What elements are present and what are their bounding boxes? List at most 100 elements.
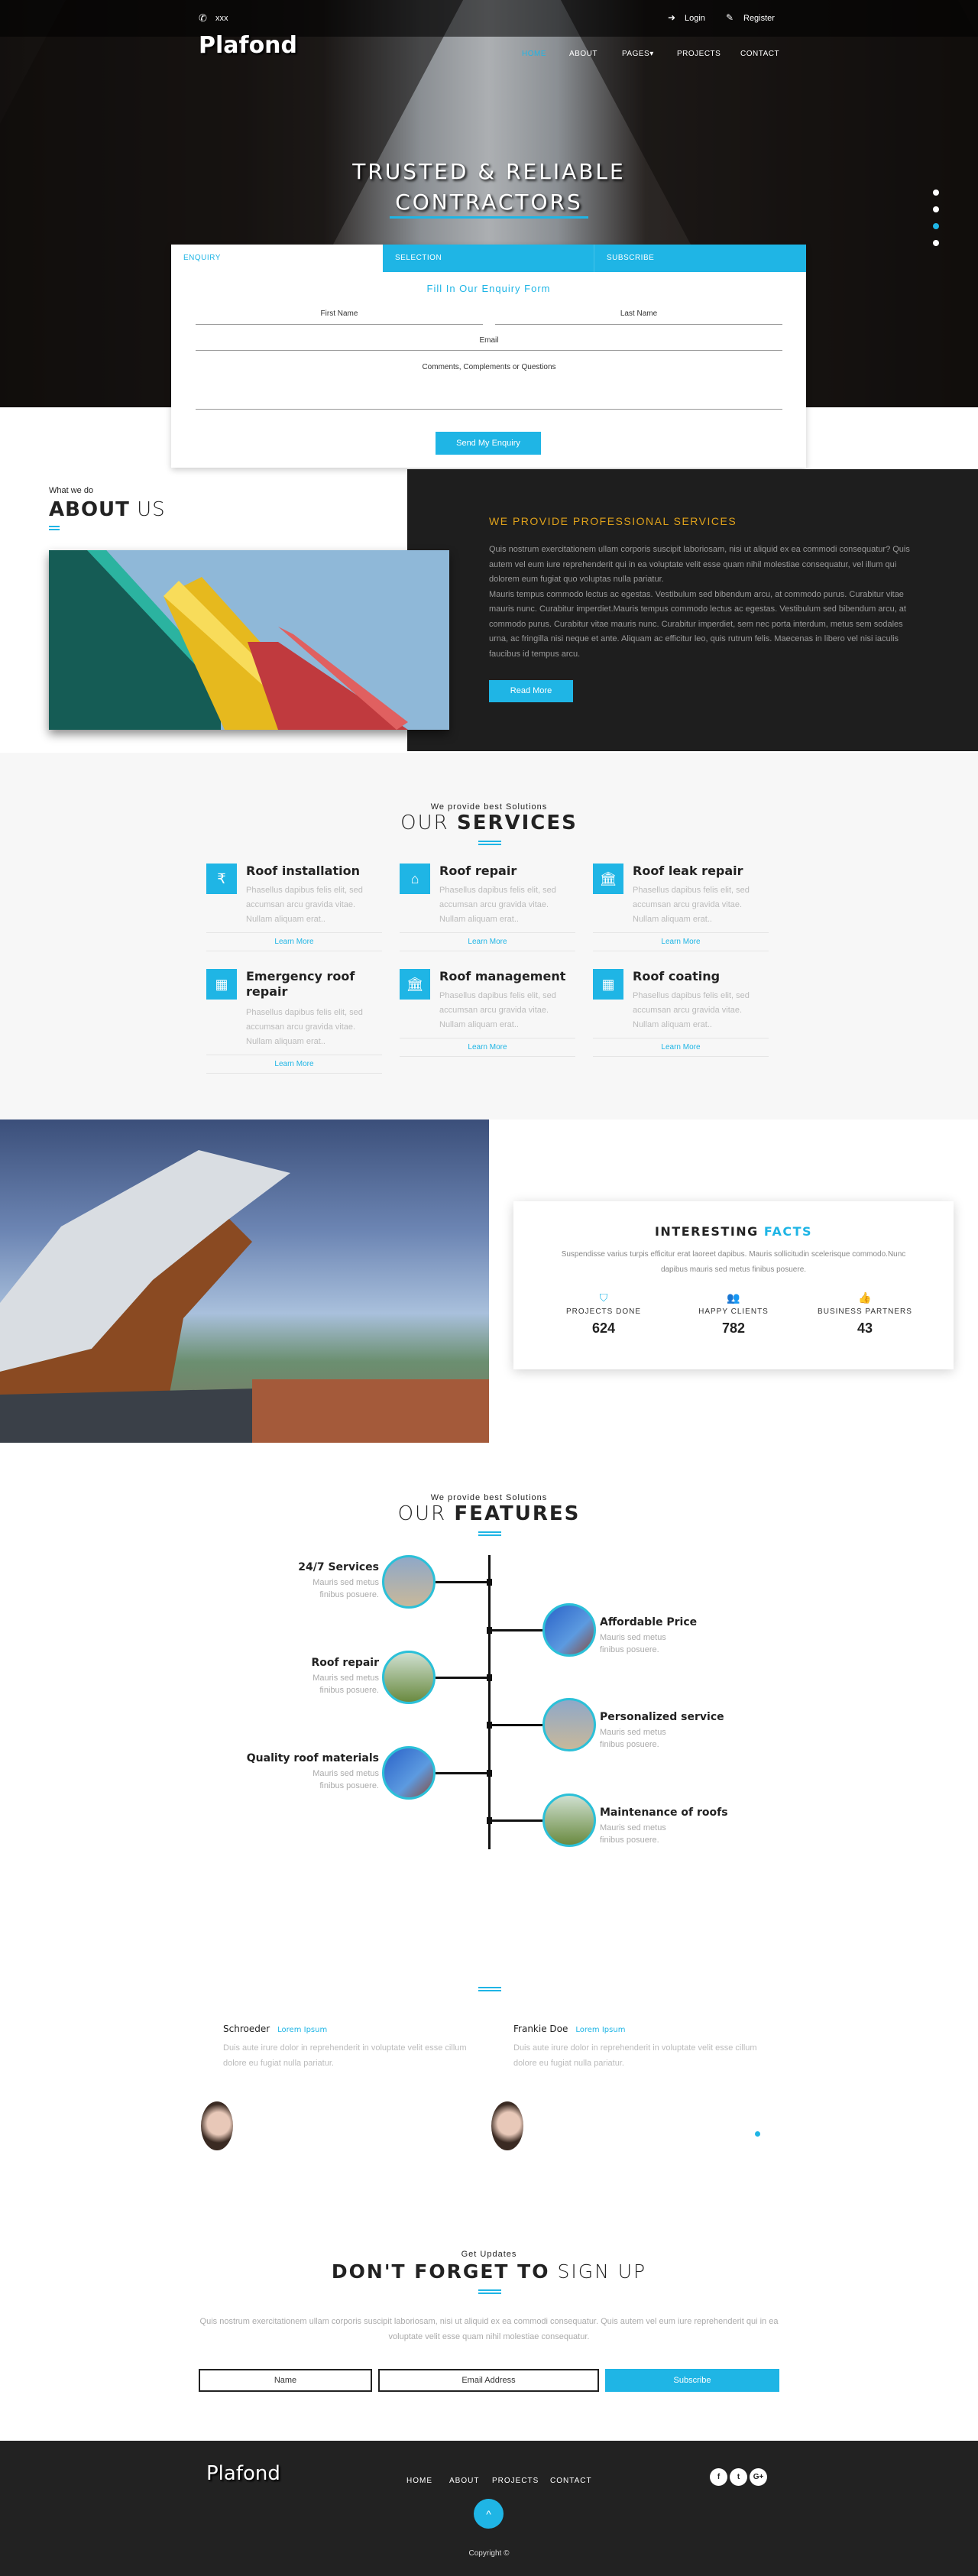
email-input[interactable]: [196, 350, 782, 351]
section-decor: [478, 841, 501, 845]
facebook-icon[interactable]: f: [710, 2468, 727, 2486]
send-enquiry-button[interactable]: Send My Enquiry: [436, 432, 541, 455]
email-input[interactable]: Email Address: [378, 2369, 599, 2392]
tab-selection[interactable]: SELECTION: [383, 245, 594, 272]
service-title: Emergency roof repair: [246, 969, 355, 999]
scroll-top-button[interactable]: ^: [474, 2499, 504, 2529]
subscribe-button[interactable]: Subscribe: [605, 2369, 779, 2392]
nav-pages[interactable]: PAGES▾: [622, 50, 654, 58]
facts-desc: Suspendisse varius turpis efficitur erat…: [561, 1250, 906, 1274]
slider-dot-active[interactable]: [933, 223, 939, 229]
slider-dot[interactable]: [933, 240, 939, 246]
tab-enquiry[interactable]: ENQUIRY: [171, 245, 383, 272]
learn-more-link[interactable]: Learn More: [593, 1038, 769, 1057]
logo[interactable]: Plafond: [199, 32, 297, 59]
services-kicker: We provide best Solutions: [430, 802, 548, 812]
comments-label: Comments, Complements or Questions: [422, 363, 556, 371]
phone-icon: ✆: [199, 12, 207, 24]
hero-title-line1: TRUSTED & RELIABLE: [352, 159, 626, 184]
service-title: Roof coating: [633, 969, 721, 983]
last-name-input[interactable]: [495, 324, 782, 325]
twitter-icon[interactable]: t: [730, 2468, 747, 2486]
name-input[interactable]: Name: [199, 2369, 372, 2392]
tab-subscribe[interactable]: SUBSCRIBE: [594, 245, 806, 272]
hero-underline: [390, 216, 588, 219]
home-icon: ⌂: [400, 864, 430, 894]
login-link[interactable]: Login: [685, 14, 705, 23]
nav-contact[interactable]: CONTACT: [740, 50, 779, 58]
section-decor: [49, 526, 60, 530]
users-icon: 👥: [727, 1291, 740, 1304]
service-title: Roof installation: [246, 864, 360, 878]
bank-icon: 🏛: [400, 969, 430, 1000]
connector-node: [487, 1770, 492, 1777]
google-plus-icon[interactable]: G+: [750, 2468, 767, 2486]
feature-image: [382, 1651, 436, 1704]
carousel-dot[interactable]: [755, 2131, 760, 2137]
testimonial-name: Schroeder Lorem Ipsum: [223, 2024, 327, 2034]
stat-partners: 👍 BUSINESS PARTNERS 43: [796, 1291, 934, 1337]
feature-title: Maintenance of roofs: [600, 1806, 728, 1819]
bank-icon: 🏛: [593, 864, 623, 894]
feature-desc: Mauris sed metus finibus posuere.: [600, 1823, 666, 1845]
stat-clients: 👥 HAPPY CLIENTS 782: [665, 1291, 802, 1337]
feature-title: Affordable Price: [600, 1616, 698, 1628]
first-name-input[interactable]: [196, 324, 483, 325]
footer-logo[interactable]: Plafond: [206, 2462, 280, 2485]
nav-projects[interactable]: PROJECTS: [677, 50, 721, 58]
facts-title: INTERESTING FACTS: [654, 1224, 813, 1239]
top-bar: ✆ xxx ➜ Login ✎ Register: [0, 0, 978, 37]
hero-title-line2: CONTRACTORS: [395, 190, 583, 215]
feature-image: [382, 1555, 436, 1609]
signup-desc: Quis nostrum exercitationem ullam corpor…: [199, 2317, 779, 2341]
feature-desc: Mauris sed metus finibus posuere.: [313, 1674, 379, 1695]
service-desc: Phasellus dapibus felis elit, sed accums…: [439, 991, 556, 1029]
connector-line: [489, 1819, 542, 1822]
slider-dot[interactable]: [933, 190, 939, 196]
section-decor: [478, 2289, 501, 2294]
connector-node: [487, 1817, 492, 1824]
nav-home[interactable]: HOME: [522, 50, 546, 58]
footer-nav-about[interactable]: ABOUT: [449, 2477, 479, 2485]
avatar: [491, 2101, 523, 2150]
learn-more-link[interactable]: Learn More: [593, 932, 769, 951]
connector-node: [487, 1674, 492, 1681]
features-kicker: We provide best Solutions: [430, 1493, 548, 1502]
feature-image: [542, 1793, 596, 1847]
feature-title: 24/7 Services: [298, 1561, 379, 1573]
feature-desc: Mauris sed metus finibus posuere.: [600, 1633, 666, 1654]
nav-about[interactable]: ABOUT: [569, 50, 597, 58]
learn-more-link[interactable]: Learn More: [400, 932, 575, 951]
author-name: Frankie Doe: [513, 2024, 568, 2034]
colorful-houses-image: [49, 550, 408, 730]
learn-more-link[interactable]: Learn More: [206, 1055, 382, 1074]
chevron-up-icon: ^: [486, 2508, 491, 2520]
learn-more-link[interactable]: Learn More: [400, 1038, 575, 1057]
learn-more-link[interactable]: Learn More: [206, 932, 382, 951]
thumbs-up-icon: 👍: [858, 1291, 872, 1304]
facts-image: [0, 1120, 489, 1443]
service-title: Roof leak repair: [633, 864, 743, 878]
comments-textarea[interactable]: [196, 409, 782, 410]
feature-desc: Mauris sed metus finibus posuere.: [313, 1769, 379, 1790]
author-tag: Lorem Ipsum: [575, 2026, 626, 2034]
feature-desc: Mauris sed metus finibus posuere.: [313, 1578, 379, 1599]
about-image: [49, 550, 449, 730]
connector-line: [489, 1724, 542, 1726]
form-heading: Fill In Our Enquiry Form: [426, 283, 551, 294]
edit-icon: ✎: [726, 12, 734, 23]
services-title: OUR SERVICES: [400, 812, 578, 834]
about-kicker: What we do: [49, 486, 94, 495]
building-icon: ▦: [206, 969, 237, 1000]
section-decor: [478, 1987, 501, 1991]
feature-desc: Mauris sed metus finibus posuere.: [600, 1728, 666, 1749]
footer-nav-home[interactable]: HOME: [406, 2477, 432, 2485]
connector-line: [489, 1629, 542, 1631]
connector-node: [487, 1579, 492, 1586]
read-more-button[interactable]: Read More: [489, 680, 573, 702]
register-link[interactable]: Register: [743, 14, 775, 23]
slider-dot[interactable]: [933, 206, 939, 212]
service-title: Roof repair: [439, 864, 517, 878]
footer-nav-contact[interactable]: CONTACT: [550, 2477, 592, 2485]
footer-nav-projects[interactable]: PROJECTS: [492, 2477, 539, 2485]
